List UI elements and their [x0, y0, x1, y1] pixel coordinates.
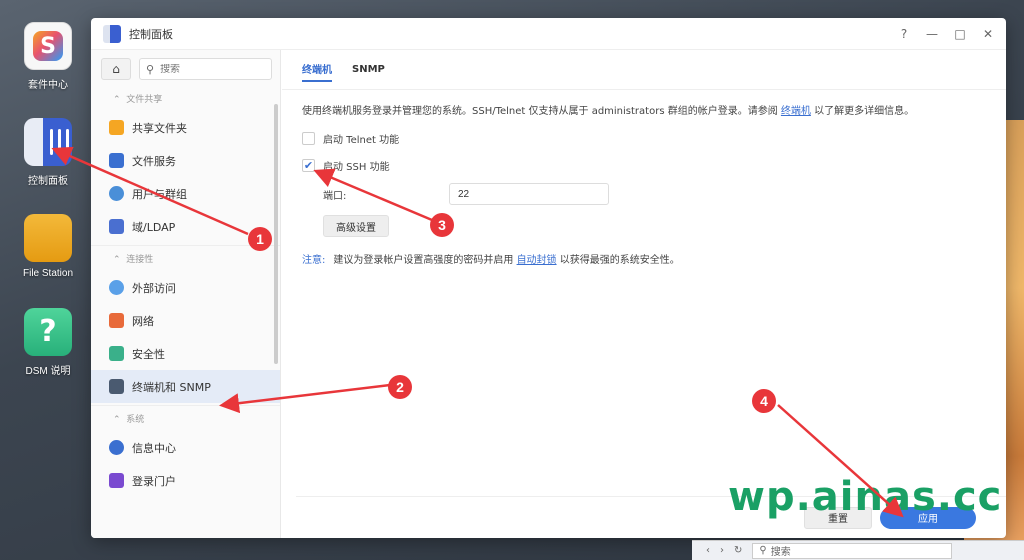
sidebar-item-file-services[interactable]: 文件服务 [91, 144, 280, 177]
desktop-icon-label: File Station [22, 268, 74, 279]
tab-snmp[interactable]: SNMP [352, 60, 385, 79]
back-icon[interactable]: ‹ [706, 545, 710, 556]
home-icon: ⌂ [112, 62, 120, 76]
package-center-icon: S [24, 22, 72, 70]
annotation-badge-2: 2 [388, 375, 412, 399]
home-button[interactable]: ⌂ [101, 58, 131, 80]
telnet-option[interactable]: 启动 Telnet 功能 [282, 125, 1006, 152]
sidebar-group-file-sharing[interactable]: ⌃ 文件共享 [91, 86, 280, 111]
security-note: 注意: 建议为登录帐户设置高强度的密码并启用 自动封锁 以获得最强的系统安全性。 [302, 255, 680, 266]
watermark: wp.ainas.cc [728, 474, 1003, 520]
telnet-label: 启动 Telnet 功能 [323, 135, 400, 146]
shield-icon [109, 346, 124, 361]
terminal-icon [109, 379, 124, 394]
minimize-button[interactable]: — [926, 27, 938, 41]
help-button[interactable]: ? [898, 27, 910, 41]
desktop-icon-dsm-help[interactable]: ? DSM 说明 [8, 308, 88, 377]
sidebar-item-info-center[interactable]: 信息中心 [91, 431, 280, 464]
login-portal-icon [109, 473, 124, 488]
desktop-icon-package-center[interactable]: S 套件中心 [8, 22, 88, 91]
domain-icon [109, 219, 124, 234]
port-label: 端口: [323, 190, 347, 202]
sidebar-item-login-portal[interactable]: 登录门户 [91, 464, 280, 497]
advanced-settings-button[interactable]: 高级设置 [323, 215, 389, 237]
desktop-icon-control-panel[interactable]: 控制面板 [8, 118, 88, 187]
sidebar-scrollbar[interactable] [274, 104, 278, 364]
file-services-icon [109, 153, 124, 168]
sidebar-group-connectivity[interactable]: ⌃ 连接性 [91, 245, 280, 271]
network-icon [109, 313, 124, 328]
main-panel: 终端机 SNMP 使用终端机服务登录并管理您的系统。SSH/Telnet 仅支持… [282, 50, 1006, 538]
control-panel-window: 控制面板 ? — □ ✕ ⌂ ⚲ ⌃ 文件共享 共享文件夹 文件服务 用户与群组… [91, 18, 1006, 538]
sidebar-item-shared-folder[interactable]: 共享文件夹 [91, 111, 280, 144]
external-access-icon [109, 280, 124, 295]
desktop-icon-file-station[interactable]: File Station [8, 214, 88, 279]
description: 使用终端机服务登录并管理您的系统。SSH/Telnet 仅支持从属于 admin… [302, 106, 915, 117]
search-icon: ⚲ [759, 545, 767, 556]
check-icon: ✔ [303, 159, 314, 172]
auto-block-link[interactable]: 自动封锁 [517, 255, 557, 266]
users-icon [109, 186, 124, 201]
ssh-option[interactable]: ✔ 启动 SSH 功能 [282, 152, 1006, 179]
tab-bar: 终端机 SNMP [282, 50, 1006, 90]
maximize-button[interactable]: □ [954, 27, 966, 41]
folder-icon [24, 214, 72, 262]
control-panel-app-icon [103, 24, 121, 43]
desktop-icon-label: 控制面板 [28, 176, 68, 187]
sidebar-item-network[interactable]: 网络 [91, 304, 280, 337]
forward-icon[interactable]: › [720, 545, 724, 556]
search-box[interactable]: ⚲ [139, 58, 272, 80]
sidebar-item-users-groups[interactable]: 用户与群组 [91, 177, 280, 210]
annotation-badge-4: 4 [752, 389, 776, 413]
annotation-badge-1: 1 [248, 227, 272, 251]
close-button[interactable]: ✕ [982, 27, 994, 41]
help-icon: ? [24, 308, 72, 356]
tab-terminal[interactable]: 终端机 [302, 57, 332, 82]
window-title: 控制面板 [129, 27, 173, 41]
search-input[interactable] [160, 63, 261, 75]
annotation-badge-3: 3 [430, 213, 454, 237]
background-search-box[interactable]: ⚲ 搜索 [752, 542, 953, 559]
ssh-checkbox[interactable]: ✔ [302, 159, 315, 172]
search-icon: ⚲ [146, 62, 155, 76]
control-panel-icon [24, 118, 72, 166]
sidebar-item-security[interactable]: 安全性 [91, 337, 280, 370]
ssh-label: 启动 SSH 功能 [323, 162, 390, 173]
desktop-icon-label: DSM 说明 [25, 366, 71, 377]
info-icon [109, 440, 124, 455]
titlebar[interactable]: 控制面板 ? — □ ✕ [91, 18, 1006, 50]
shared-folder-icon [109, 120, 124, 135]
terminal-help-link[interactable]: 终端机 [781, 106, 811, 117]
sidebar-item-external-access[interactable]: 外部访问 [91, 271, 280, 304]
telnet-checkbox[interactable] [302, 132, 315, 145]
sidebar: ⌂ ⚲ ⌃ 文件共享 共享文件夹 文件服务 用户与群组 域/LDAP ⌃ 连接性… [91, 50, 281, 538]
sidebar-item-terminal-snmp[interactable]: 终端机和 SNMP [91, 370, 280, 403]
sidebar-group-system[interactable]: ⌃ 系统 [91, 405, 280, 431]
port-input[interactable] [449, 183, 609, 205]
background-window-toolbar: ‹ › ↻ ⚲ 搜索 [692, 540, 1024, 560]
refresh-icon[interactable]: ↻ [734, 545, 742, 556]
desktop-icon-label: 套件中心 [28, 80, 68, 91]
